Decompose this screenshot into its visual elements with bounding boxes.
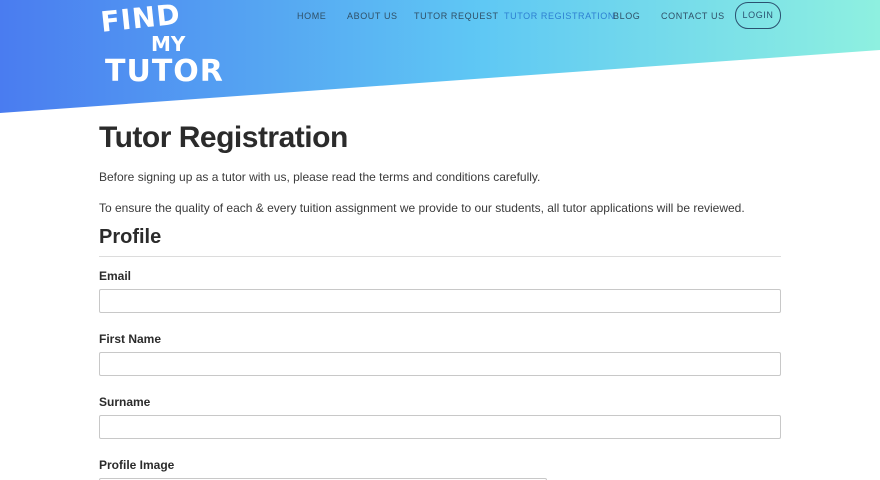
surname-field[interactable] [99,415,781,439]
intro-paragraph-terms: Before signing up as a tutor with us, pl… [99,170,541,184]
section-title-profile: Profile [99,226,162,248]
nav-about-us[interactable]: ABOUT US [347,11,398,21]
intro-paragraph-review: To ensure the quality of each & every tu… [99,201,745,215]
page: FIND MY TUTOR HOME ABOUT US TUTOR REQUES… [0,0,880,480]
section-divider [99,256,781,257]
logo-line-tutor: TUTOR [105,54,224,89]
first-name-field[interactable] [99,352,781,376]
first-name-label: First Name [99,332,162,346]
nav-tutor-registration[interactable]: TUTOR REGISTRATION [504,11,615,21]
page-title: Tutor Registration [99,121,348,154]
email-field[interactable] [99,289,781,313]
nav-contact-us[interactable]: CONTACT US [661,11,725,21]
nav-home[interactable]: HOME [297,11,326,21]
nav-blog[interactable]: BLOG [613,11,640,21]
profile-image-label: Profile Image [99,458,175,472]
email-label: Email [99,269,132,283]
login-button[interactable]: LOGIN [735,2,781,29]
surname-label: Surname [99,395,151,409]
nav-tutor-request[interactable]: TUTOR REQUEST [414,11,499,21]
main-nav: HOME ABOUT US TUTOR REQUEST TUTOR REGIST… [0,0,880,40]
